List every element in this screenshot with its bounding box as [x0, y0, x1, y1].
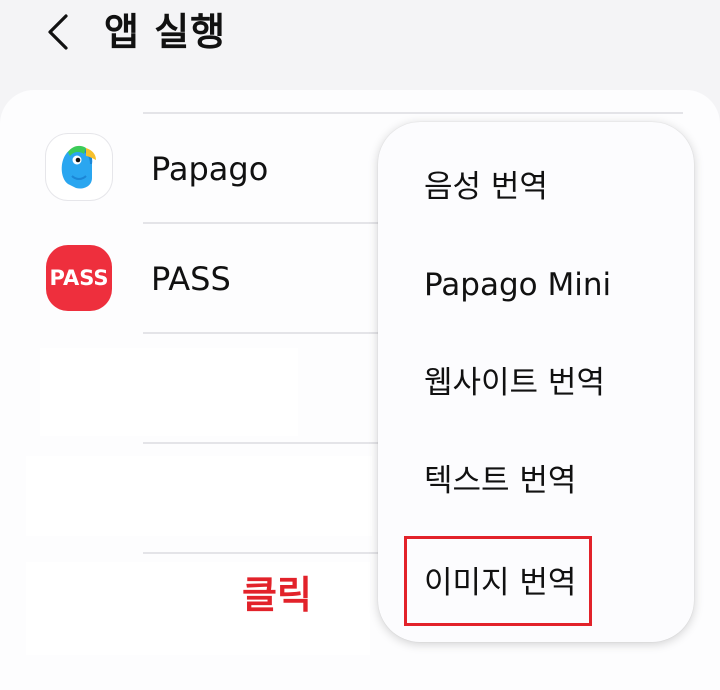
papago-parrot-icon: [61, 145, 96, 189]
chevron-left-icon: [48, 14, 68, 50]
redacted-row-block: [26, 562, 370, 655]
redacted-row-block: [26, 456, 372, 536]
app-label-pass: PASS: [151, 260, 231, 298]
menu-item-text-translate[interactable]: 텍스트 번역: [424, 461, 576, 501]
app-label-papago: Papago: [151, 150, 269, 188]
pass-app-icon: PASS: [46, 245, 112, 311]
redacted-row-block: [40, 348, 298, 436]
back-button[interactable]: [40, 10, 80, 54]
menu-item-website-translate[interactable]: 웹사이트 번역: [424, 363, 605, 403]
menu-item-voice-translate[interactable]: 음성 번역: [424, 167, 548, 207]
page-title: 앱 실행: [104, 10, 227, 54]
menu-item-papago-mini[interactable]: Papago Mini: [424, 265, 611, 305]
highlight-box: [404, 536, 592, 626]
click-annotation: 클릭: [242, 573, 312, 617]
papago-app-icon: [46, 134, 112, 200]
header: 앱 실행: [0, 0, 720, 90]
